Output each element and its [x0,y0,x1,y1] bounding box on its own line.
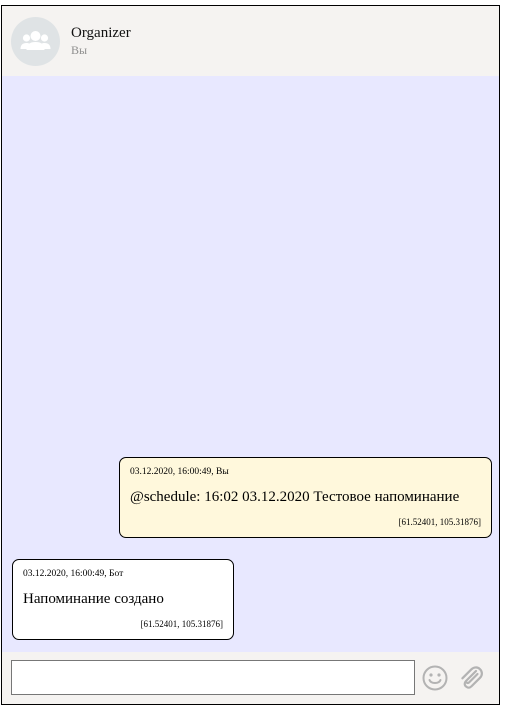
message-text: @schedule: 16:02 03.12.2020 Тестовое нап… [130,489,460,505]
chat-header: Organizer Вы [2,6,499,76]
attach-button[interactable] [457,664,485,692]
message-input[interactable] [11,660,415,695]
message-text: Напоминание создано [23,591,164,607]
chat-subtitle: Вы [71,43,88,57]
group-icon [20,31,51,50]
incoming-message[interactable]: 03.12.2020, 16:00:49, Бот Напоминание со… [12,559,234,640]
paperclip-icon [461,666,483,689]
chat-window: Organizer Вы 03.12.2020, 16:00:49, Вы @s… [1,5,500,705]
composer-bar [2,652,499,704]
emoji-button[interactable] [422,665,448,691]
message-coords: [61.52401, 105.31876] [140,619,224,629]
outgoing-message[interactable]: 03.12.2020, 16:00:49, Вы @schedule: 16:0… [119,457,492,538]
avatar[interactable] [11,17,60,66]
message-meta: 03.12.2020, 16:00:49, Бот [23,569,124,579]
chat-title: Organizer [71,25,131,41]
message-meta: 03.12.2020, 16:00:49, Вы [130,467,229,477]
emoji-icon [422,665,448,691]
message-coords: [61.52401, 105.31876] [398,517,482,527]
